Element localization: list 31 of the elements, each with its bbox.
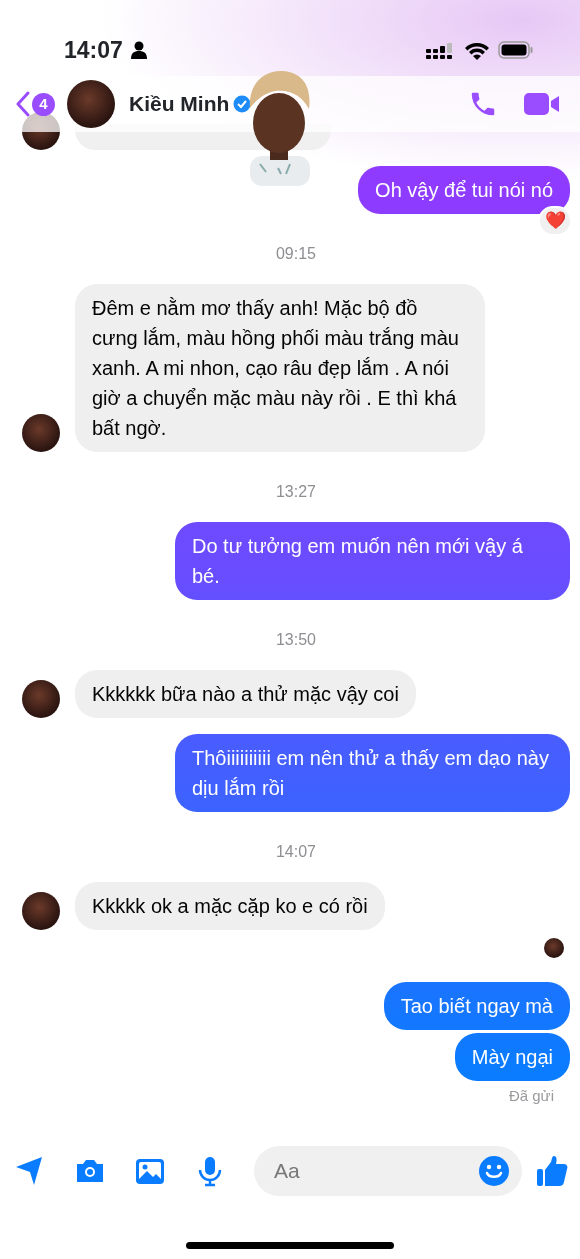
message-bubble: Kkkkk ok a mặc cặp ko e có rồi	[75, 882, 385, 930]
message-bubble: Tao biết ngay mà	[383, 982, 570, 1030]
video-camera-icon	[524, 92, 560, 117]
person-icon	[130, 41, 147, 59]
video-call-button[interactable]	[524, 91, 560, 117]
back-icon	[16, 91, 30, 117]
timestamp: 09:15	[274, 244, 317, 264]
smiley-icon	[478, 1155, 510, 1187]
timestamp: 14:07	[274, 842, 317, 862]
clock-time: 14:07	[64, 35, 123, 65]
battery-icon	[498, 41, 534, 59]
message-field[interactable]: Aa	[254, 1146, 522, 1196]
contact-name[interactable]: Kiều Minh	[129, 88, 230, 120]
contact-avatar[interactable]	[67, 80, 115, 128]
message-bubble: Thôiiiiiiiiii em nên thử a thấy em dạo này dịu lắm rồi	[175, 734, 570, 812]
back-button[interactable]: 4	[16, 91, 55, 117]
avatar	[22, 892, 60, 930]
sent-status: Đã gửi	[507, 1086, 555, 1106]
timestamp: 13:27	[274, 482, 317, 502]
message-bubble: Mày ngại	[454, 1033, 570, 1081]
seen-avatar	[544, 938, 564, 958]
avatar	[22, 680, 60, 718]
timestamp: 13:50	[274, 630, 317, 650]
message-bubble: Đêm e nằm mơ thấy anh! Mặc bộ đồ cưng lắm, màu hồng phối màu trắng màu xanh. A mi nhon, cạo râu đẹp lắm . A nói giờ a chuyển mặc màu này rồi . E thì khá bất ngờ.	[75, 284, 485, 452]
wifi-icon	[464, 40, 490, 60]
message-bubble: Do tư tưởng em muốn nên mới vậy á bé.	[175, 522, 570, 600]
unread-badge: 4	[32, 92, 55, 116]
message-bubble: Kkkkkk bữa nào a thử mặc vậy coi	[75, 670, 416, 718]
thumbs-up-icon	[536, 1155, 568, 1187]
avatar	[22, 414, 60, 452]
like-button[interactable]	[536, 1155, 568, 1187]
